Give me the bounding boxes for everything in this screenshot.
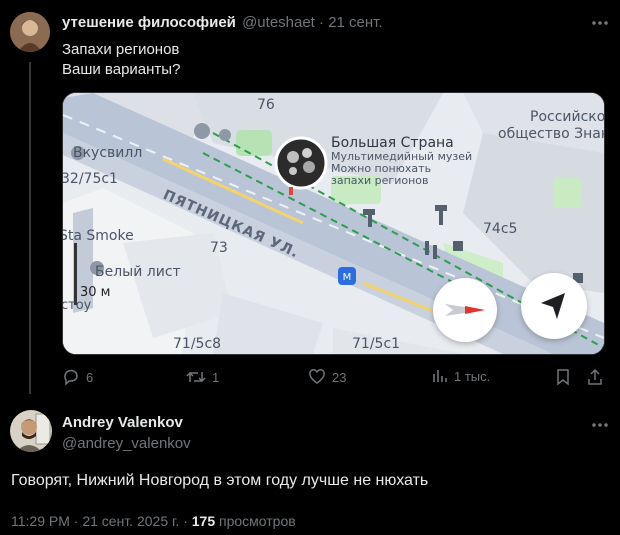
tweet-text: Говорят, Нижний Новгород в этом году луч… <box>11 472 429 489</box>
navigation-arrow-icon <box>541 293 565 319</box>
like-button[interactable]: 23 <box>308 368 346 386</box>
map-label-poi: Российско <box>530 109 605 125</box>
avatar-image <box>10 410 52 452</box>
views-label: просмотров <box>219 513 296 529</box>
navigation-button[interactable] <box>521 273 587 339</box>
reply-icon <box>64 369 78 386</box>
map-label-address: 74с5 <box>483 221 518 237</box>
more-options-button[interactable] <box>590 416 610 434</box>
tweet-time[interactable]: 11:29 PM <box>11 513 70 529</box>
poi-subtitle: запахи регионов <box>331 174 429 187</box>
compass-icon <box>445 304 485 316</box>
separator-dot: · <box>319 14 325 31</box>
like-icon <box>309 369 325 384</box>
tweet-date[interactable]: 21 сент. <box>328 14 382 31</box>
author-handle[interactable]: @andrey_valenkov <box>62 435 191 452</box>
map-label-poi: общество Знани <box>498 126 604 142</box>
reply-button[interactable]: 6 <box>62 368 93 386</box>
bookmark-icon <box>557 369 569 386</box>
map-label-poi: Sta Smoke <box>62 228 134 244</box>
views-count: 1 тыс. <box>454 368 491 384</box>
share-icon <box>588 368 602 385</box>
share-button[interactable] <box>586 368 604 386</box>
like-count: 23 <box>332 369 347 385</box>
poi-title: Большая Страна <box>331 135 454 151</box>
tweet-meta: 11:29 PM · 21 сент. 2025 г. · 175 просмо… <box>11 513 296 529</box>
tweet-text: Запахи регионов Ваши варианты? <box>62 40 180 80</box>
separator-dot: · <box>73 513 79 529</box>
views-count: 175 <box>191 513 216 529</box>
tweet-header: утешение философией @uteshaet · 21 сент. <box>62 14 383 31</box>
retweet-button[interactable]: 1 <box>186 368 219 386</box>
tweet-text-line: Ваши варианты? <box>62 61 181 78</box>
reply-count: 6 <box>86 369 94 385</box>
more-icon <box>592 21 608 25</box>
map-label-poi: Белый лист <box>95 264 181 280</box>
map-label-partial: стоу <box>62 298 92 313</box>
map-poi-label: Большая Страна Мультимедийный музей Можн… <box>331 135 472 187</box>
svg-text:M: M <box>343 272 352 283</box>
thread-connector <box>29 62 31 394</box>
bookmark-button[interactable] <box>555 368 571 386</box>
more-icon <box>592 423 608 427</box>
retweet-count: 1 <box>212 369 220 385</box>
compass-button[interactable] <box>433 278 497 342</box>
map-label-building: 76 <box>257 97 275 113</box>
tweet-text-line: Запахи регионов <box>62 41 180 58</box>
map-label-poi: Вкусвилл <box>73 145 143 161</box>
more-options-button[interactable] <box>590 14 610 32</box>
avatar-uteshaet[interactable] <box>10 12 50 52</box>
map-label-address: 71/5с1 <box>352 336 401 352</box>
map-label-address: 32/75с1 <box>62 171 118 187</box>
tweet-date[interactable]: 21 сент. 2025 г. <box>82 513 179 529</box>
views-button[interactable]: 1 тыс. <box>432 368 490 384</box>
author-handle[interactable]: @uteshaet <box>242 14 315 31</box>
author-name[interactable]: Andrey Valenkov <box>62 414 183 431</box>
avatar-image <box>10 12 50 52</box>
map-label-building: 73 <box>210 240 228 256</box>
author-name[interactable]: утешение философией <box>62 14 236 31</box>
separator-dot: · <box>183 513 188 529</box>
retweet-icon <box>186 371 206 383</box>
map-label-address: 71/5с8 <box>173 336 222 352</box>
avatar-andrey-valenkov[interactable] <box>10 410 52 452</box>
tweet-media-map[interactable]: M 76 Вкусвилл 32/75с1 ПЯТНИЦКАЯ УЛ. Sta … <box>62 92 605 355</box>
views-icon <box>433 370 447 382</box>
